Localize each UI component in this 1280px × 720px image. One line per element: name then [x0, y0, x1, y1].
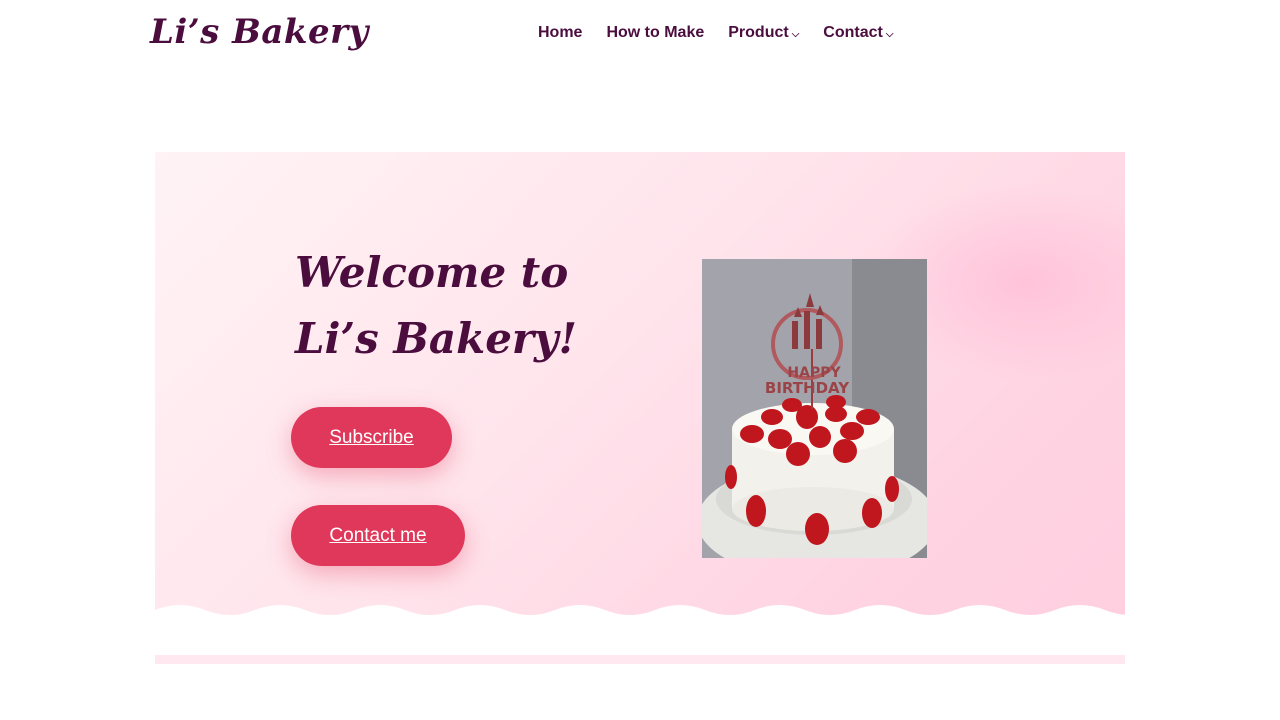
hero-title: Welcome to Li’s Bakery! [295, 248, 577, 363]
subscribe-button[interactable]: Subscribe [291, 407, 452, 468]
hero-section: Welcome to Li’s Bakery! Subscribe Contac… [155, 152, 1125, 627]
birthday-cake-image: HAPPY BIRTHDAY [702, 259, 927, 558]
contact-me-button[interactable]: Contact me [291, 505, 465, 566]
chevron-down-icon: ⌵ [791, 29, 800, 40]
nav-item-label: How to Make [606, 24, 705, 41]
chevron-down-icon: ⌵ [885, 29, 894, 40]
cake-topper-text-2: BIRTHDAY [765, 379, 850, 397]
cake-illustration: HAPPY BIRTHDAY [702, 259, 927, 558]
main-nav: Home How to Make Product ⌵ Contact ⌵ [538, 24, 893, 42]
nav-item-label: Home [538, 24, 583, 41]
nav-item-home[interactable]: Home [538, 24, 582, 42]
site-logo[interactable]: Li’s Bakery [150, 12, 369, 52]
nav-item-contact[interactable]: Contact ⌵ [823, 24, 893, 42]
wave-divider [155, 605, 1125, 630]
nav-item-product[interactable]: Product ⌵ [728, 24, 799, 42]
section-divider-strip [155, 655, 1125, 664]
nav-item-label: Contact [823, 24, 883, 41]
nav-item-how-to-make[interactable]: How to Make [606, 24, 704, 42]
site-header: Li’s Bakery Home How to Make Product ⌵ C… [0, 0, 1280, 70]
nav-item-label: Product [728, 24, 789, 41]
